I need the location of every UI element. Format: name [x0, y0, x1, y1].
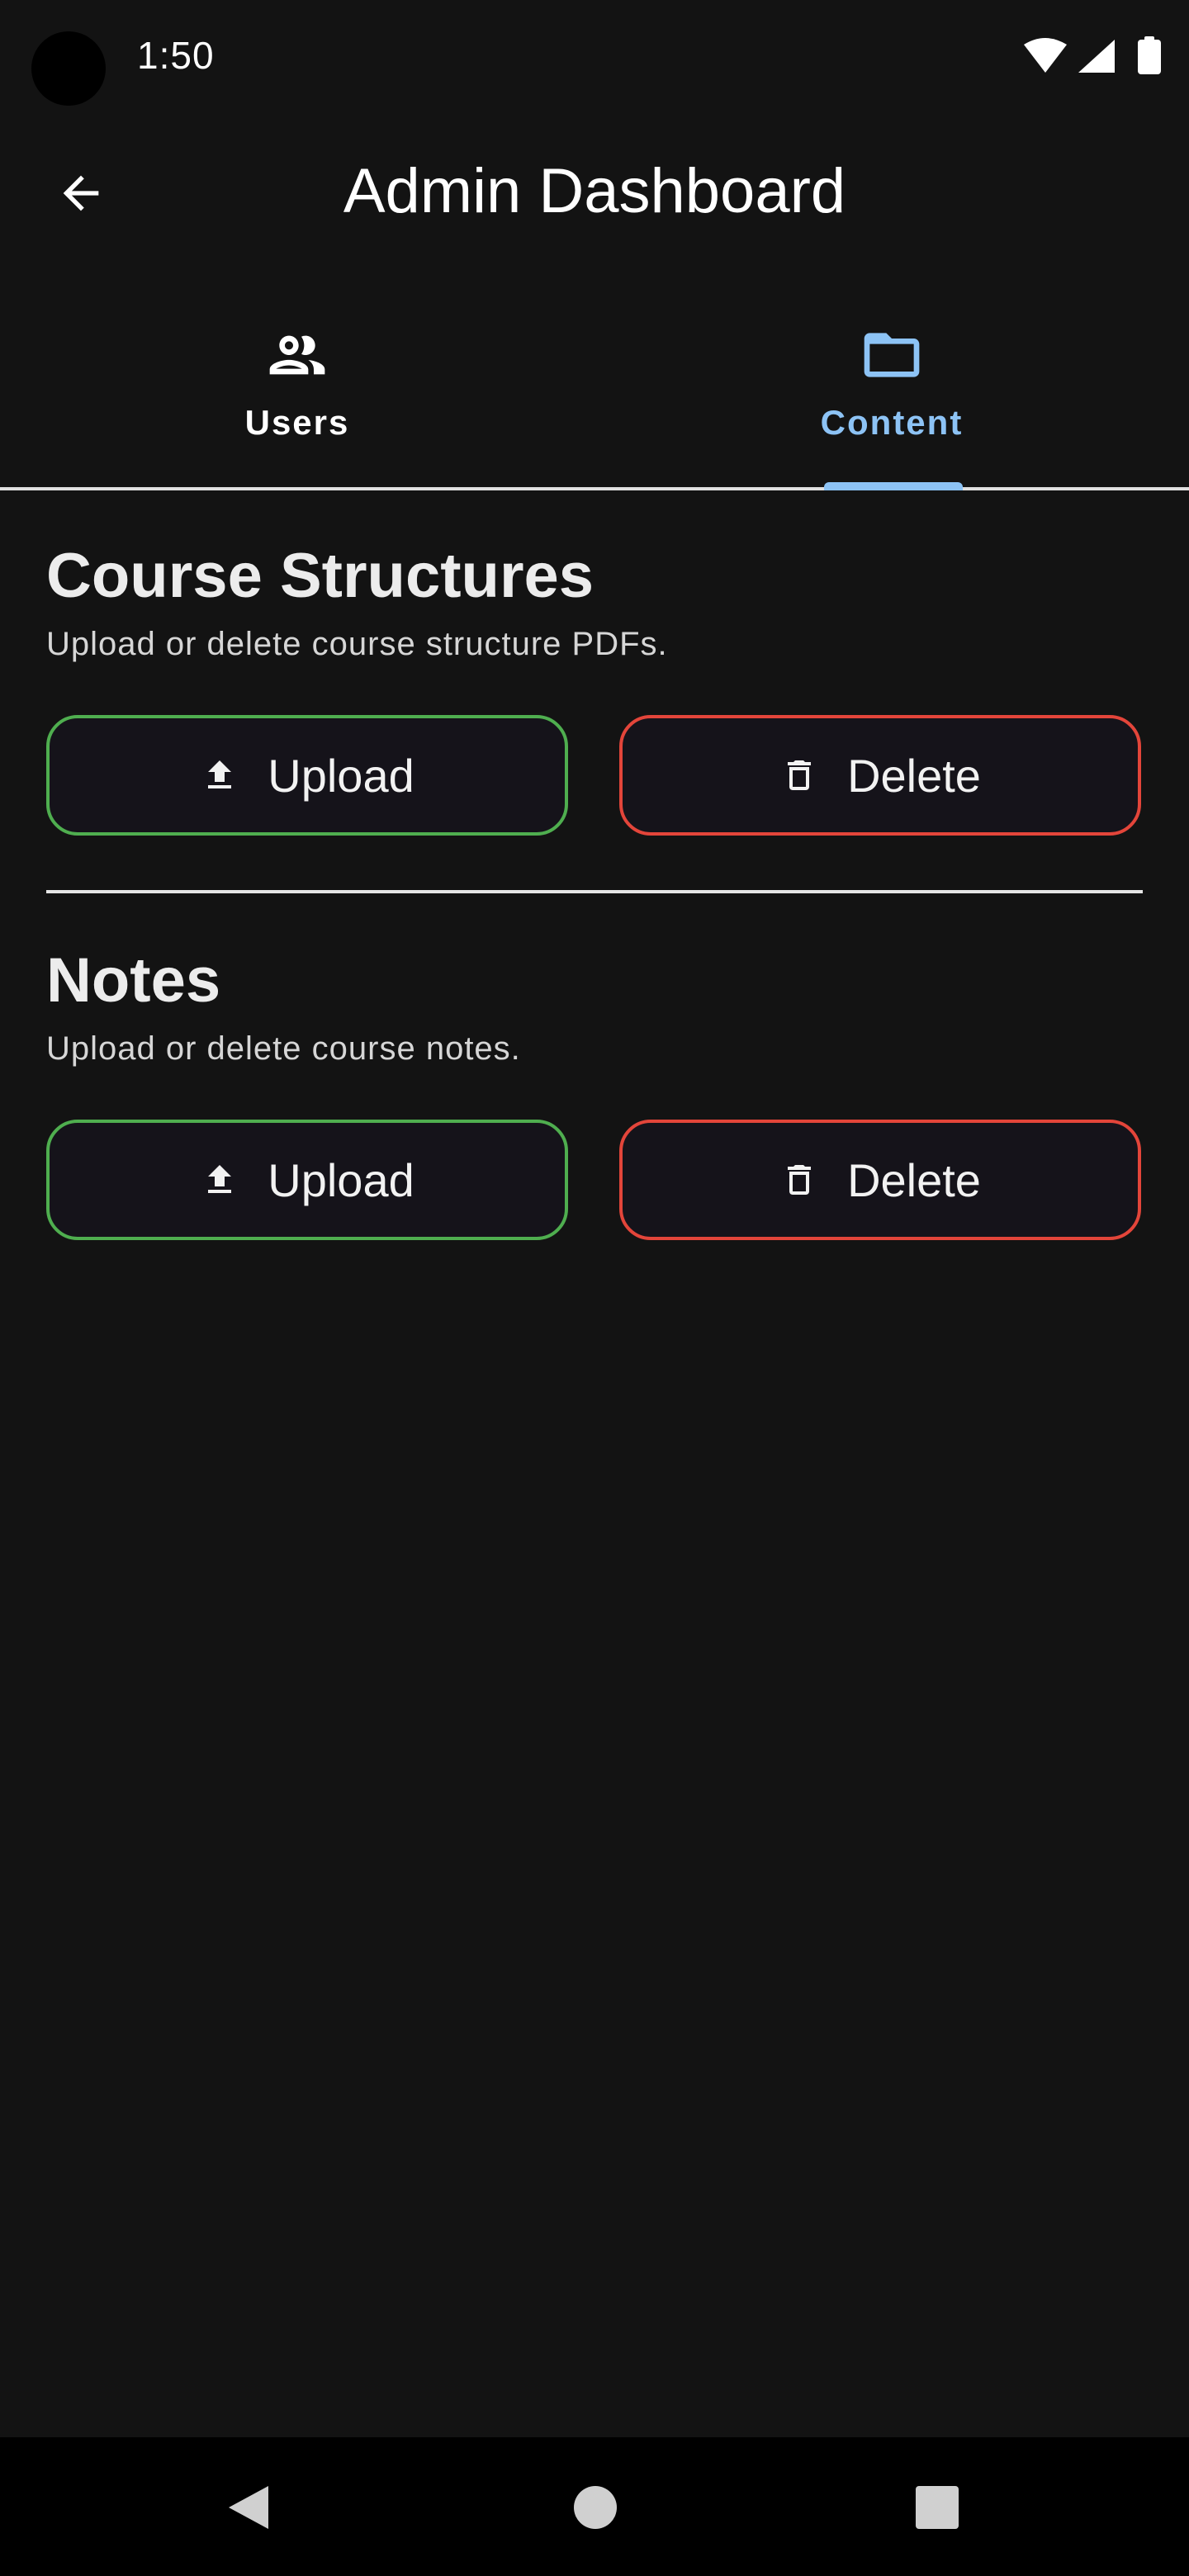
- system-navigation-bar: [0, 2437, 1189, 2576]
- delete-label: Delete: [847, 1153, 981, 1206]
- tab-selected-indicator: [824, 482, 963, 490]
- upload-icon: [208, 760, 232, 788]
- nav-back-button[interactable]: [211, 2470, 286, 2545]
- folder-icon: [864, 333, 920, 377]
- nav-home-button[interactable]: [558, 2470, 632, 2545]
- app-bar: Admin Dashboard: [0, 132, 1189, 256]
- trash-icon: [788, 760, 812, 790]
- tab-content-label: Content: [820, 403, 964, 442]
- tab-users[interactable]: Users: [0, 305, 594, 487]
- section-title: Course Structures: [46, 541, 594, 611]
- camera-cutout: [31, 31, 106, 106]
- tab-content[interactable]: Content: [594, 305, 1189, 490]
- people-icon: [269, 335, 325, 375]
- tab-users-label: Users: [244, 403, 350, 442]
- section-title: Notes: [46, 945, 221, 1016]
- trash-icon: [788, 1165, 812, 1195]
- wifi-icon: [1024, 38, 1067, 73]
- course-structures-section: Course Structures Upload or delete cours…: [46, 545, 1143, 661]
- course-structures-delete-button[interactable]: Delete: [619, 715, 1141, 836]
- course-structures-upload-button[interactable]: Upload: [46, 715, 568, 836]
- home-circle-icon: [574, 2486, 617, 2529]
- nav-recents-button[interactable]: [900, 2470, 974, 2545]
- cellular-signal-icon: [1078, 40, 1115, 73]
- upload-label: Upload: [268, 749, 414, 802]
- section-description: Upload or delete course structure PDFs.: [46, 626, 668, 662]
- upload-icon: [208, 1165, 232, 1193]
- battery-icon: [1138, 36, 1161, 74]
- status-time: 1:50: [137, 34, 215, 77]
- status-icons: [1022, 36, 1171, 76]
- back-triangle-icon: [229, 2486, 268, 2529]
- notes-upload-button[interactable]: Upload: [46, 1120, 568, 1240]
- delete-label: Delete: [847, 749, 981, 802]
- section-description: Upload or delete course notes.: [46, 1030, 521, 1067]
- notes-section: Notes Upload or delete course notes.: [46, 945, 1143, 1067]
- status-bar: 1:50: [0, 0, 1189, 116]
- upload-label: Upload: [268, 1153, 414, 1206]
- section-divider: [46, 890, 1143, 893]
- page-title: Admin Dashboard: [343, 156, 846, 226]
- notes-delete-button[interactable]: Delete: [619, 1120, 1141, 1240]
- recents-square-icon: [916, 2486, 959, 2529]
- tab-bar: Users Content: [0, 305, 1189, 490]
